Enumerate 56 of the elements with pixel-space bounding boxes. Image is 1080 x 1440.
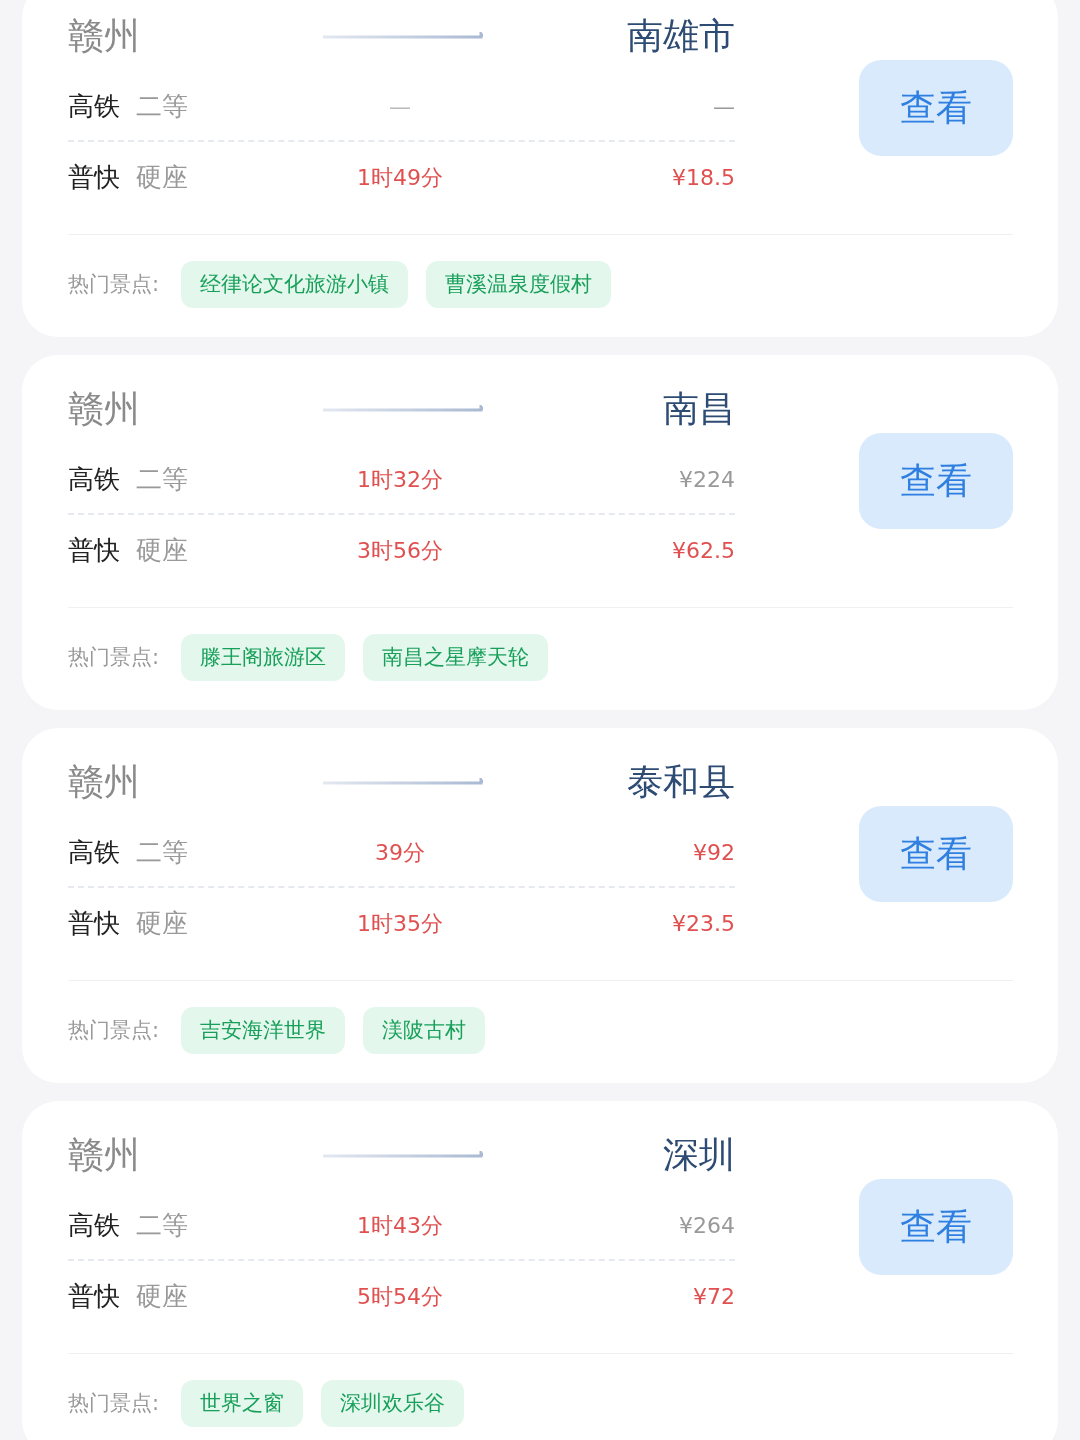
destination-city: 泰和县 xyxy=(627,764,735,800)
spot-tag[interactable]: 吉安海洋世界 xyxy=(181,1006,346,1055)
spot-tag[interactable]: 深圳欢乐谷 xyxy=(321,1379,465,1428)
spots-label: 热门景点: xyxy=(68,270,160,298)
view-button[interactable]: 查看 xyxy=(859,60,1013,156)
destination-city: 深圳 xyxy=(663,1137,735,1173)
travel-time: 1时49分 xyxy=(357,163,443,192)
origin-city: 赣州 xyxy=(68,18,141,54)
origin-city: 赣州 xyxy=(68,391,141,427)
destination-city: 南雄市 xyxy=(627,18,735,54)
ticket-price: ¥18.5 xyxy=(672,163,735,192)
train-type: 高铁 xyxy=(68,1208,120,1242)
seat-class: 硬座 xyxy=(136,160,188,194)
seat-class: 硬座 xyxy=(136,906,188,940)
spot-tag[interactable]: 渼陂古村 xyxy=(363,1006,486,1055)
spots-label: 热门景点: xyxy=(68,1016,160,1044)
origin-city: 赣州 xyxy=(68,764,141,800)
spot-tag[interactable]: 曹溪温泉度假村 xyxy=(426,260,612,309)
ticket-price: — xyxy=(713,92,735,121)
train-type: 普快 xyxy=(68,906,120,940)
spot-tag[interactable]: 滕王阁旅游区 xyxy=(181,633,346,682)
seat-class: 二等 xyxy=(136,89,188,123)
seat-class: 硬座 xyxy=(136,1279,188,1313)
view-button[interactable]: 查看 xyxy=(859,806,1013,902)
spot-tag[interactable]: 世界之窗 xyxy=(181,1379,304,1428)
train-type: 高铁 xyxy=(68,462,120,496)
spots-label: 热门景点: xyxy=(68,1389,160,1417)
view-button[interactable]: 查看 xyxy=(859,1179,1013,1275)
origin-city: 赣州 xyxy=(68,1137,141,1173)
seat-class: 二等 xyxy=(136,835,188,869)
seat-class: 硬座 xyxy=(136,533,188,567)
travel-time: — xyxy=(389,92,411,121)
spots-label: 热门景点: xyxy=(68,643,160,671)
train-type: 普快 xyxy=(68,1279,120,1313)
travel-time: 1时35分 xyxy=(357,909,443,938)
ticket-price: ¥72 xyxy=(693,1282,735,1311)
destination-city: 南昌 xyxy=(663,391,735,427)
seat-class: 二等 xyxy=(136,462,188,496)
seat-class: 二等 xyxy=(136,1208,188,1242)
travel-time: 1时32分 xyxy=(357,465,443,494)
train-type: 普快 xyxy=(68,533,120,567)
spot-tag[interactable]: 南昌之星摩天轮 xyxy=(363,633,549,682)
ticket-price: ¥224 xyxy=(679,465,735,494)
ticket-price: ¥92 xyxy=(693,838,735,867)
train-type: 高铁 xyxy=(68,835,120,869)
train-type: 高铁 xyxy=(68,89,120,123)
ticket-price: ¥23.5 xyxy=(672,909,735,938)
spot-tag[interactable]: 经律论文化旅游小镇 xyxy=(181,260,409,309)
ticket-price: ¥62.5 xyxy=(672,536,735,565)
travel-time: 1时43分 xyxy=(357,1211,443,1240)
travel-time: 39分 xyxy=(375,838,425,867)
train-type: 普快 xyxy=(68,160,120,194)
travel-time: 5时54分 xyxy=(357,1282,443,1311)
travel-time: 3时56分 xyxy=(357,536,443,565)
view-button[interactable]: 查看 xyxy=(859,433,1013,529)
ticket-price: ¥264 xyxy=(679,1211,735,1240)
